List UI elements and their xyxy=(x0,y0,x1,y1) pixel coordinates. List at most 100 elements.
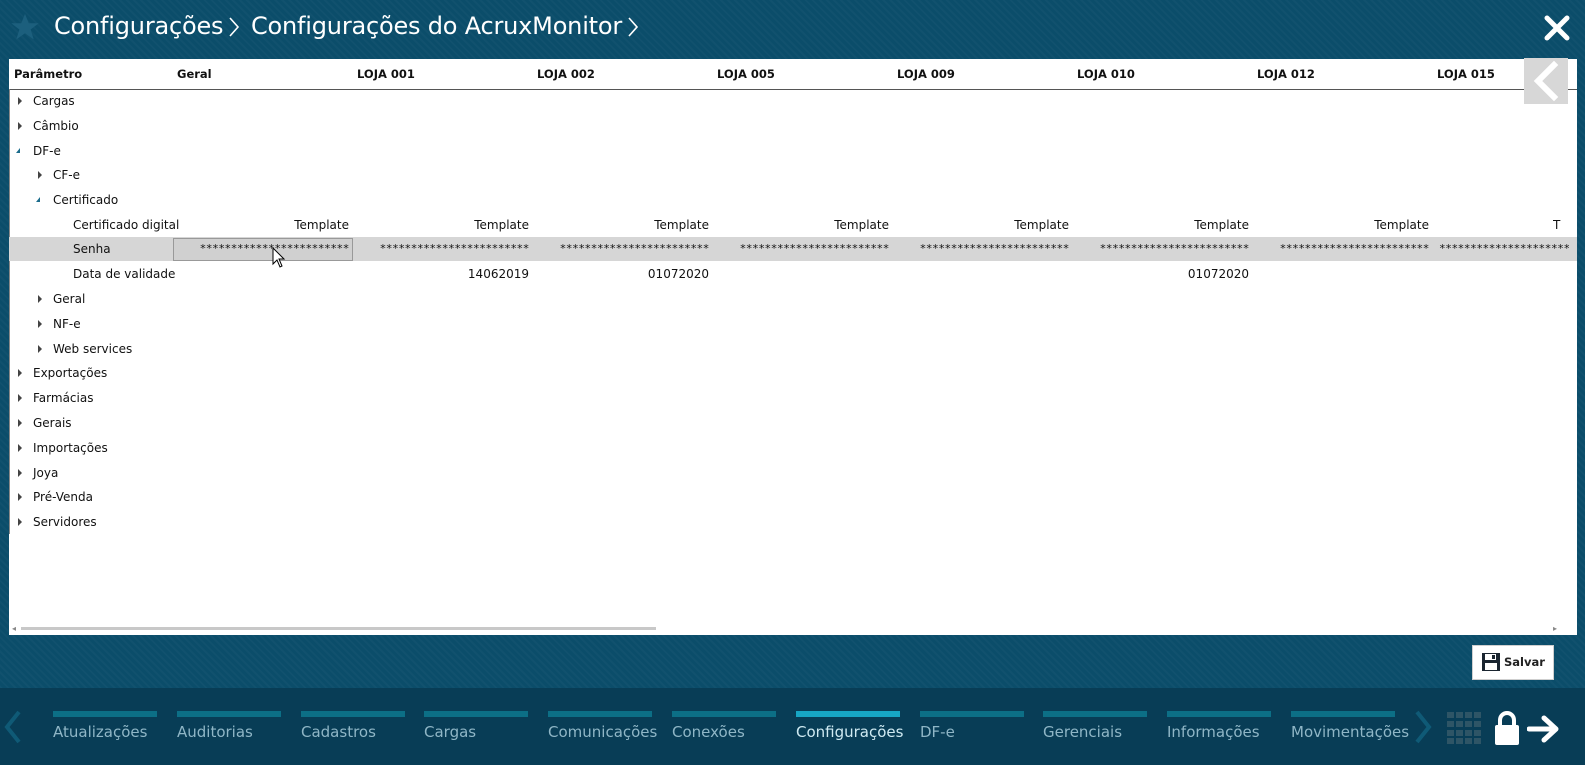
expand-arrow-icon[interactable] xyxy=(18,419,22,427)
nav-item-label: DF-e xyxy=(920,723,955,741)
expand-arrow-icon[interactable] xyxy=(38,320,42,328)
collapse-arrow-icon[interactable] xyxy=(36,197,40,202)
expand-arrow-icon[interactable] xyxy=(18,394,22,402)
nav-item-configuracoes[interactable]: Configurações xyxy=(796,711,903,751)
tree-row-cambio[interactable]: Câmbio xyxy=(9,114,1577,138)
password-cell[interactable]: ************************ xyxy=(899,242,1069,255)
tree-row-nfe[interactable]: NF-e xyxy=(9,312,1577,336)
expand-arrow-icon[interactable] xyxy=(18,369,22,377)
horizontal-scrollbar[interactable] xyxy=(21,627,656,630)
param-cell[interactable]: Template xyxy=(539,218,709,232)
tree-row-servidores[interactable]: Servidores xyxy=(9,510,1577,534)
column-header-geral[interactable]: Geral xyxy=(177,67,212,81)
expand-arrow-icon[interactable] xyxy=(18,469,22,477)
nav-item-auditorias[interactable]: Auditorias xyxy=(177,711,281,751)
param-row-certificado-digital[interactable]: Certificado digital Template Template Te… xyxy=(9,213,1577,237)
tree-row-cargas[interactable]: Cargas xyxy=(9,89,1577,113)
expand-arrow-icon[interactable] xyxy=(18,444,22,452)
expand-arrow-icon[interactable] xyxy=(38,345,42,353)
expand-arrow-icon[interactable] xyxy=(18,493,22,501)
scroll-left-icon[interactable]: ◂ xyxy=(12,624,16,633)
tree-row-importacoes[interactable]: Importações xyxy=(9,436,1577,460)
param-cell[interactable]: T xyxy=(1553,218,1573,232)
save-button[interactable]: Salvar xyxy=(1472,645,1554,680)
nav-item-cadastros[interactable]: Cadastros xyxy=(301,711,405,751)
param-cell[interactable]: 14062019 xyxy=(359,267,529,281)
param-row-senha[interactable]: Senha ************************ *********… xyxy=(9,237,1577,261)
nav-item-label: Gerenciais xyxy=(1043,723,1123,741)
password-cell[interactable]: ************************ xyxy=(179,242,349,255)
param-cell[interactable]: Template xyxy=(1079,218,1249,232)
tree-row-gerais[interactable]: Gerais xyxy=(9,411,1577,435)
bottom-navigation: Atualizações Auditorias Cadastros Cargas… xyxy=(0,688,1585,765)
header: Configurações Configurações do AcruxMoni… xyxy=(0,0,1585,58)
column-header-loja-010[interactable]: LOJA 010 xyxy=(1077,67,1135,81)
nav-item-bar xyxy=(301,711,405,717)
column-header-loja-002[interactable]: LOJA 002 xyxy=(537,67,595,81)
column-header-loja-012[interactable]: LOJA 012 xyxy=(1257,67,1315,81)
nav-item-cargas[interactable]: Cargas xyxy=(424,711,528,751)
tree-row-geral[interactable]: Geral xyxy=(9,287,1577,311)
param-cell[interactable]: Template xyxy=(719,218,889,232)
param-cell[interactable]: Template xyxy=(359,218,529,232)
nav-item-conexoes[interactable]: Conexões xyxy=(672,711,776,751)
nav-item-movimentacoes[interactable]: Movimentações xyxy=(1291,711,1409,751)
apps-grid-icon[interactable] xyxy=(1447,712,1481,744)
column-header-loja-005[interactable]: LOJA 005 xyxy=(717,67,775,81)
nav-item-bar xyxy=(1291,711,1395,717)
nav-item-informacoes[interactable]: Informações xyxy=(1167,711,1271,751)
nav-item-bar xyxy=(177,711,281,717)
password-cell[interactable]: ************************ xyxy=(1079,242,1249,255)
nav-item-label: Cadastros xyxy=(301,723,376,741)
tree-row-label: Joya xyxy=(33,466,59,480)
nav-item-label: Movimentações xyxy=(1291,723,1410,741)
tree-row-label: Importações xyxy=(33,441,108,455)
param-cell[interactable]: Template xyxy=(1259,218,1429,232)
param-cell[interactable]: 01072020 xyxy=(1079,267,1249,281)
nav-item-atualizacoes[interactable]: Atualizações xyxy=(53,711,157,751)
password-cell[interactable]: ************************** xyxy=(1439,242,1569,255)
breadcrumb-configuracoes[interactable]: Configurações xyxy=(54,12,224,40)
tree-row-dfe[interactable]: DF-e xyxy=(9,139,1577,163)
expand-arrow-icon[interactable] xyxy=(18,518,22,526)
tree-row-label: Geral xyxy=(53,292,86,306)
password-cell[interactable]: ************************ xyxy=(359,242,529,255)
star-icon[interactable] xyxy=(10,12,40,42)
column-header-loja-001[interactable]: LOJA 001 xyxy=(357,67,415,81)
param-label: Senha xyxy=(73,242,111,256)
nav-item-dfe[interactable]: DF-e xyxy=(920,711,1024,751)
column-header-parametro[interactable]: Parâmetro xyxy=(14,67,82,81)
tree-row-label: Web services xyxy=(53,342,133,356)
exit-arrow-icon[interactable] xyxy=(1527,715,1561,743)
password-cell[interactable]: ************************ xyxy=(1259,242,1429,255)
tree-row-cfe[interactable]: CF-e xyxy=(9,163,1577,187)
expand-arrow-icon[interactable] xyxy=(38,171,42,179)
param-cell[interactable]: Template xyxy=(179,218,349,232)
close-icon[interactable] xyxy=(1543,14,1571,42)
password-cell[interactable]: ************************ xyxy=(539,242,709,255)
tree-row-pre-venda[interactable]: Pré-Venda xyxy=(9,485,1577,509)
column-header-loja-009[interactable]: LOJA 009 xyxy=(897,67,955,81)
password-cell[interactable]: ************************ xyxy=(719,242,889,255)
column-header-loja-015[interactable]: LOJA 015 xyxy=(1437,67,1495,81)
param-cell[interactable]: 01072020 xyxy=(539,267,709,281)
tree-row-web-services[interactable]: Web services xyxy=(9,337,1577,361)
param-row-data-de-validade[interactable]: Data de validade 14062019 01072020 01072… xyxy=(9,262,1577,286)
lock-icon[interactable] xyxy=(1493,710,1521,746)
nav-item-comunicacoes[interactable]: Comunicações xyxy=(548,711,657,751)
nav-item-bar-active xyxy=(796,711,900,717)
collapse-arrow-icon[interactable] xyxy=(16,148,20,153)
nav-item-gerenciais[interactable]: Gerenciais xyxy=(1043,711,1147,751)
tree-row-joya[interactable]: Joya xyxy=(9,461,1577,485)
param-cell[interactable]: Template xyxy=(899,218,1069,232)
nav-prev-icon[interactable] xyxy=(2,710,24,744)
expand-arrow-icon[interactable] xyxy=(18,97,22,105)
side-panel-back-button[interactable] xyxy=(1524,58,1568,104)
nav-next-icon[interactable] xyxy=(1412,710,1434,744)
tree-row-exportacoes[interactable]: Exportações xyxy=(9,361,1577,385)
tree-row-farmacias[interactable]: Farmácias xyxy=(9,386,1577,410)
expand-arrow-icon[interactable] xyxy=(18,122,22,130)
tree-row-certificado[interactable]: Certificado xyxy=(9,188,1577,212)
scroll-right-icon[interactable]: ▸ xyxy=(1553,624,1557,633)
expand-arrow-icon[interactable] xyxy=(38,295,42,303)
